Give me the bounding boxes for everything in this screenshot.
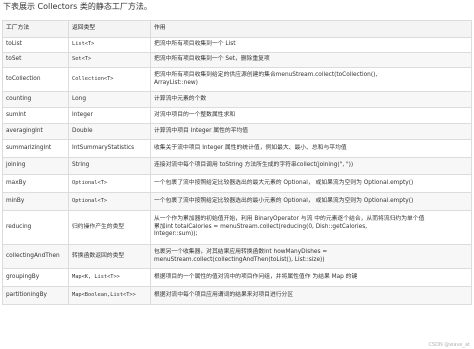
table-row: groupingBy Map<K, List<T>> 根据项目的一个属性的值对流中的… (2, 268, 472, 287)
method-cell: sumInt (2, 107, 69, 124)
purpose-line: Integer::sum)); (154, 231, 198, 238)
purpose-line: 收集关于流中项目 Integer 属性的统计值，例如最大、最小、总和与平均值 (154, 144, 347, 151)
return-type-cell: 转换函数返回的类型 (68, 244, 151, 269)
table-row: toSet Set<T> 把流中所有项目收集到一个 Set，删除重复项 (2, 52, 472, 68)
return-type-cell: Long (68, 91, 151, 108)
purpose-cell: 连接对流中每个项目调用 toString 方法所生成的字符串collect(jo… (150, 157, 472, 175)
return-type-cell: List<T> (68, 37, 151, 53)
method-cell: minBy (2, 192, 69, 211)
table-row: toList List<T> 把流中所有项目收集到一个 List (2, 37, 472, 53)
method-cell: groupingBy (2, 268, 69, 287)
purpose-cell: 包裹另一个收集器，对其结果应用转换函数int howManyDishes = me… (150, 244, 472, 269)
return-type-cell: Double (68, 123, 151, 140)
table-row: sumInt Integer 对流中项目的一个整数属性求和 (2, 107, 472, 124)
header-purpose: 作用 (150, 20, 472, 38)
method-cell: counting (2, 91, 69, 108)
purpose-cell: 把流中所有项目收集到一个 Set，删除重复项 (150, 52, 472, 68)
table-row: averagingInt Double 计算流中项目 Integer 属性的平均值 (2, 123, 472, 140)
purpose-line: 对流中项目的一个整数属性求和 (154, 111, 236, 118)
table-row: summarizingInt IntSummaryStatistics 收集关于流中… (2, 139, 472, 158)
purpose-cell: 对流中项目的一个整数属性求和 (150, 107, 472, 124)
method-cell: summarizingInt (2, 139, 69, 158)
table-row: partitioningBy Map<Boolean,List<T>> 根据对流中每… (2, 286, 472, 305)
method-cell: collectingAndThen (2, 244, 69, 269)
table-row: toCollection Collection<T> 把流中所有项目收集到给定的供应… (2, 67, 472, 92)
method-cell: averagingInt (2, 123, 69, 140)
return-type-cell: IntSummaryStatistics (68, 139, 151, 158)
method-cell: toList (2, 37, 69, 53)
collectors-table: 工厂方法 返回类型 作用 toList List<T> 把流中所有项目收集到一个 L… (2, 20, 472, 305)
intro-text: 下表展示 Collectors 类的静态工厂方法。 (3, 2, 152, 11)
return-type-cell: Set<T> (68, 52, 151, 68)
purpose-line: 连接对流中每个项目调用 toString 方法所生成的字符串collect(jo… (154, 162, 354, 169)
purpose-line: 累加int totalCalories = menuStream.collect… (154, 223, 368, 230)
purpose-line: 一个包裹了流中按照给定比较器选出的最小元素的 Optional， 或如果流为空则… (154, 197, 414, 204)
method-cell: toCollection (2, 67, 69, 92)
purpose-line: 把流中所有项目收集到给定的供应源创建的集合menuStream.collect(… (154, 71, 378, 78)
table-row: minBy Optional<T> 一个包裹了流中按照给定比较器选出的最小元素的 O… (2, 192, 472, 211)
table-row: maxBy Optional<T> 一个包裹了流中按照给定比较器选出的最大元素的 O… (2, 174, 472, 193)
purpose-line: 把流中所有项目收集到一个 Set，删除重复项 (154, 56, 270, 63)
purpose-line: 把流中所有项目收集到一个 List (154, 41, 236, 48)
header-method: 工厂方法 (2, 20, 69, 38)
return-type-cell: Collection<T> (68, 67, 151, 92)
purpose-cell: 计算流中元素的个数 (150, 91, 472, 108)
table-row: joining String 连接对流中每个项目调用 toString 方法所生成的… (2, 157, 472, 175)
purpose-cell: 计算流中项目 Integer 属性的平均值 (150, 123, 472, 140)
return-type-cell: 归约操作产生的类型 (68, 210, 151, 245)
table-body: toList List<T> 把流中所有项目收集到一个 List toSet Set<T… (2, 37, 472, 305)
table-row: reducing 归约操作产生的类型 从一个作为累加器的初始值开始，利用 Binar… (2, 210, 472, 245)
purpose-line: 从一个作为累加器的初始值开始，利用 BinaryOperator 与流 中的元素… (154, 216, 425, 223)
purpose-line: 根据项目的一个属性的值对流中的项目作问组，并将属性值作 为结果 Map 的键 (154, 273, 358, 280)
purpose-line: 根据对流中每个项目应用谓词的结果来对项目进行分区 (154, 291, 294, 298)
table-row: collectingAndThen 转换函数返回的类型 包裹另一个收集器，对其结果应… (2, 244, 472, 269)
purpose-cell: 根据项目的一个属性的值对流中的项目作问组，并将属性值作 为结果 Map 的键 (150, 268, 472, 287)
method-cell: toSet (2, 52, 69, 68)
table-row: counting Long 计算流中元素的个数 (2, 91, 472, 108)
purpose-cell: 一个包裹了流中按照给定比较器选出的最大元素的 Optional， 或如果流为空则… (150, 174, 472, 193)
watermark: CSDN @wave_at (428, 342, 470, 348)
purpose-line: menuStream.collect(collectingAndThen(toL… (154, 256, 325, 263)
return-type-cell: Map<Boolean,List<T>> (68, 286, 151, 305)
return-type-cell: Optional<T> (68, 174, 151, 193)
purpose-line: ArrayList::new) (154, 79, 198, 86)
return-type-cell: Map<K, List<T>> (68, 268, 151, 287)
purpose-cell: 从一个作为累加器的初始值开始，利用 BinaryOperator 与流 中的元素… (150, 210, 472, 245)
header-return-type: 返回类型 (68, 20, 151, 38)
return-type-cell: String (68, 157, 151, 175)
purpose-line: 一个包裹了流中按照给定比较器选出的最大元素的 Optional， 或如果流为空则… (154, 179, 414, 186)
method-cell: partitioningBy (2, 286, 69, 305)
method-cell: joining (2, 157, 69, 175)
purpose-cell: 把流中所有项目收集到一个 List (150, 37, 472, 53)
return-type-cell: Integer (68, 107, 151, 124)
purpose-cell: 一个包裹了流中按照给定比较器选出的最小元素的 Optional， 或如果流为空则… (150, 192, 472, 211)
method-cell: maxBy (2, 174, 69, 193)
purpose-line: 计算流中元素的个数 (154, 95, 207, 102)
purpose-cell: 根据对流中每个项目应用谓词的结果来对项目进行分区 (150, 286, 472, 305)
purpose-cell: 把流中所有项目收集到给定的供应源创建的集合menuStream.collect(… (150, 67, 472, 92)
table-header-row: 工厂方法 返回类型 作用 (2, 20, 472, 38)
method-cell: reducing (2, 210, 69, 245)
return-type-cell: Optional<T> (68, 192, 151, 211)
purpose-line: 包裹另一个收集器，对其结果应用转换函数int howManyDishes = (154, 248, 328, 255)
purpose-cell: 收集关于流中项目 Integer 属性的统计值，例如最大、最小、总和与平均值 (150, 139, 472, 158)
purpose-line: 计算流中项目 Integer 属性的平均值 (154, 127, 249, 134)
